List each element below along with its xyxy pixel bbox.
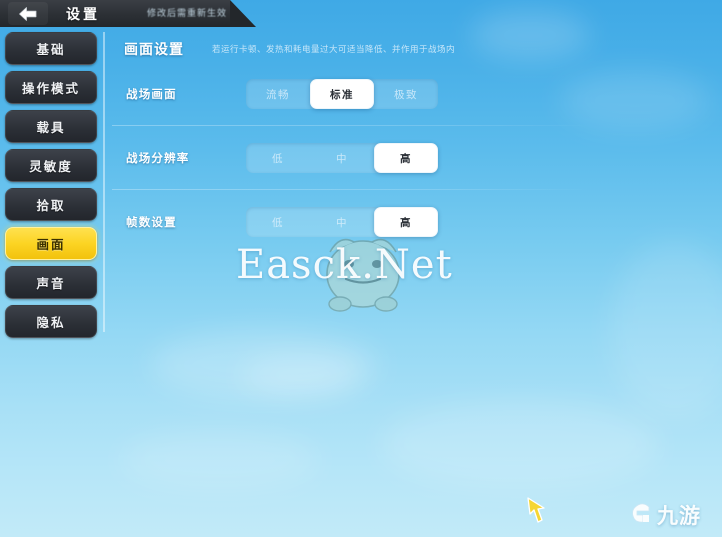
settings-sidebar: 基础 操作模式 载具 灵敏度 拾取 画面 声音 隐私 xyxy=(0,32,104,338)
sidebar-item-label: 灵敏度 xyxy=(29,159,73,174)
sidebar-item-label: 基础 xyxy=(36,42,66,57)
sidebar-divider xyxy=(103,32,105,332)
cloud-decoration xyxy=(380,400,660,490)
segmented-control-frame-rate: 低 中 高 xyxy=(246,207,438,237)
hand-cursor-icon xyxy=(524,496,548,526)
sidebar-item-label: 操作模式 xyxy=(21,81,80,96)
back-arrow-icon xyxy=(17,6,39,22)
sidebar-item-control-mode[interactable]: 操作模式 xyxy=(5,71,97,104)
option-low[interactable]: 低 xyxy=(246,143,310,173)
game-settings-screen: 设置 修改后需重新生效 基础 操作模式 载具 灵敏度 拾取 画面 声音 隐私 画… xyxy=(0,0,722,537)
setting-label: 战场画面 xyxy=(126,87,177,101)
cloud-decoration xyxy=(240,355,360,395)
brand-logo: 九游 xyxy=(628,500,701,530)
sidebar-item-label: 画面 xyxy=(36,237,66,252)
panel-title: 画面设置 xyxy=(124,42,184,58)
sidebar-item-basics[interactable]: 基础 xyxy=(5,32,97,65)
setting-row-frame-rate: 帧数设置 低 中 高 xyxy=(112,190,597,254)
option-ultra[interactable]: 极致 xyxy=(374,79,438,109)
sidebar-item-pickup[interactable]: 拾取 xyxy=(5,188,97,221)
sidebar-item-label: 拾取 xyxy=(36,198,66,213)
sidebar-item-vehicles[interactable]: 载具 xyxy=(5,110,97,143)
sidebar-item-sound[interactable]: 声音 xyxy=(5,266,97,299)
option-smooth[interactable]: 流畅 xyxy=(246,79,310,109)
option-high[interactable]: 高 xyxy=(374,143,438,173)
sidebar-item-label: 声音 xyxy=(36,276,66,291)
brand-name: 九游 xyxy=(657,504,701,528)
setting-row-battlefield-graphics: 战场画面 流畅 标准 极致 xyxy=(112,62,597,126)
option-high[interactable]: 高 xyxy=(374,207,438,237)
setting-label: 战场分辨率 xyxy=(126,151,190,165)
page-title: 设置 xyxy=(66,6,100,23)
sidebar-item-label: 隐私 xyxy=(36,315,66,330)
cloud-decoration xyxy=(150,330,380,400)
jiuyou-g-logo-icon xyxy=(628,501,654,530)
segmented-control-battlefield-resolution: 低 中 高 xyxy=(246,143,438,173)
cloud-decoration xyxy=(120,430,320,490)
top-bar-subtitle: 修改后需重新生效 xyxy=(147,8,228,19)
sidebar-item-display[interactable]: 画面 xyxy=(5,227,97,260)
panel-header: 画面设置 若运行卡顿、发热和耗电量过大可适当降低、并作用于战场内 xyxy=(112,36,597,62)
setting-label: 帧数设置 xyxy=(126,215,177,229)
sidebar-item-sensitivity[interactable]: 灵敏度 xyxy=(5,149,97,182)
option-medium[interactable]: 中 xyxy=(310,143,374,173)
sidebar-item-label: 载具 xyxy=(36,120,66,135)
sidebar-item-privacy[interactable]: 隐私 xyxy=(5,305,97,338)
back-button[interactable] xyxy=(8,2,48,25)
cloud-decoration xyxy=(610,240,722,420)
panel-description: 若运行卡顿、发热和耗电量过大可适当降低、并作用于战场内 xyxy=(212,45,456,55)
option-medium[interactable]: 中 xyxy=(310,207,374,237)
display-settings-panel: 画面设置 若运行卡顿、发热和耗电量过大可适当降低、并作用于战场内 战场画面 流畅… xyxy=(112,36,597,268)
top-bar: 设置 修改后需重新生效 xyxy=(0,0,722,27)
option-low[interactable]: 低 xyxy=(246,207,310,237)
option-standard[interactable]: 标准 xyxy=(310,79,374,109)
setting-row-battlefield-resolution: 战场分辨率 低 中 高 xyxy=(112,126,597,190)
segmented-control-battlefield-graphics: 流畅 标准 极致 xyxy=(246,79,438,109)
